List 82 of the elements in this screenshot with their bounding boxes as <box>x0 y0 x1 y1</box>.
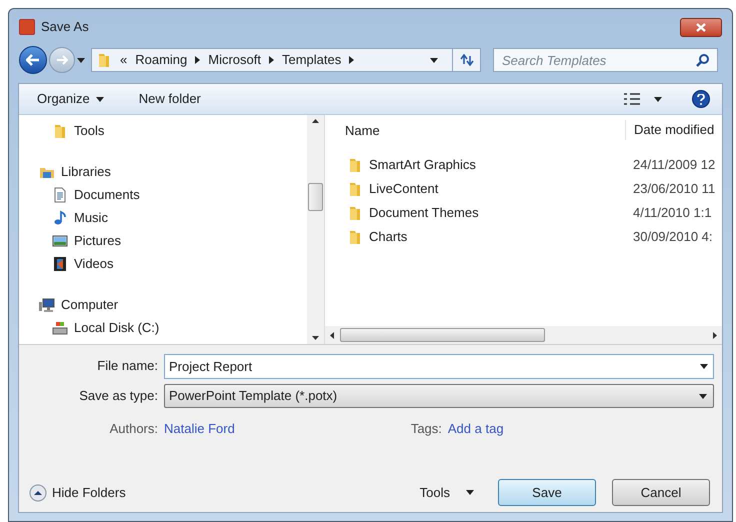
navigation-item[interactable]: Pictures <box>19 229 307 252</box>
window-title: Save As <box>41 18 89 36</box>
tools-menu[interactable]: Tools <box>420 482 474 502</box>
overflow-chevron[interactable]: « <box>120 50 128 70</box>
organize-menu[interactable]: Organize <box>37 89 104 109</box>
close-icon <box>696 22 706 32</box>
breadcrumb[interactable]: Roaming <box>135 50 188 70</box>
date-cell-text: 30/09/2010 4: <box>632 228 713 246</box>
caret-icon <box>466 490 474 495</box>
scroll-right-icon <box>713 332 717 338</box>
breadcrumb-arrow-icon <box>195 56 200 64</box>
breadcrumb-arrow-icon <box>349 56 354 64</box>
navigation-item[interactable]: Computer <box>19 293 307 316</box>
field-label: Save as type: <box>78 387 159 406</box>
scroll-down-icon <box>312 336 319 340</box>
file-type-dropdown[interactable]: PowerPoint Template (*.potx) <box>164 384 714 408</box>
breadcrumb[interactable]: Templates <box>282 50 342 70</box>
dropdown-caret-icon <box>700 364 708 368</box>
refresh-arrows-icon <box>460 54 474 66</box>
column-header[interactable]: Date modified <box>625 120 714 140</box>
back-button[interactable] <box>19 46 47 74</box>
view-options-button[interactable] <box>624 93 662 105</box>
scroll-thumb[interactable] <box>340 328 545 342</box>
file-name-cell[interactable]: Charts <box>369 227 408 247</box>
right-arrow-icon <box>56 55 68 65</box>
music-note-icon <box>52 210 68 226</box>
left-arrow-icon <box>26 54 40 66</box>
computer-icon <box>39 296 55 312</box>
dropdown-caret-icon <box>699 394 707 398</box>
authors-link[interactable]: Natalie Ford <box>164 419 235 439</box>
navigation-item[interactable]: Videos <box>19 252 307 275</box>
list-view-icon <box>624 93 640 105</box>
scroll-thumb[interactable] <box>308 183 323 211</box>
search-field[interactable]: Search Templates <box>493 48 718 72</box>
help-icon <box>697 94 705 104</box>
scroll-left-icon <box>330 332 334 338</box>
file-name-field[interactable]: Project Report <box>164 354 714 378</box>
vertical-scrollbar[interactable] <box>307 115 325 344</box>
breadcrumb[interactable]: Microsoft <box>208 50 261 70</box>
date-cell-text: 4/11/2010 1:1 <box>632 204 712 222</box>
file-name-cell[interactable]: SmartArt Graphics <box>369 155 476 175</box>
breadcrumb-arrow-icon <box>269 56 274 64</box>
folder-icon <box>347 229 363 245</box>
navigation-item[interactable]: Local Disk (C:) <box>19 316 307 339</box>
history-caret-icon <box>77 58 85 62</box>
horizontal-scrollbar[interactable] <box>325 326 722 344</box>
caret-icon <box>96 96 104 102</box>
dropdown-caret-icon <box>430 58 438 62</box>
disk-icon <box>52 320 68 336</box>
cancel-button[interactable]: Cancel <box>612 479 710 506</box>
save-button[interactable]: Save <box>498 479 596 506</box>
field-label: Authors: <box>108 420 159 438</box>
file-name-cell[interactable]: Document Themes <box>369 203 479 223</box>
folder-icon <box>96 52 112 68</box>
folder-icon <box>347 157 363 173</box>
folder-icon <box>347 181 363 197</box>
field-label: Tags: <box>410 420 443 438</box>
app-logo-icon <box>19 19 35 35</box>
document-icon <box>52 186 68 202</box>
folder-icon <box>347 205 363 221</box>
caret-icon <box>654 96 662 102</box>
help-button[interactable] <box>692 90 710 108</box>
collapse-icon <box>29 484 47 502</box>
column-header[interactable]: Name <box>325 119 625 141</box>
hide-folders-button[interactable]: Hide Folders <box>29 482 126 502</box>
landscape-icon <box>52 232 68 248</box>
navigation-item[interactable]: Documents <box>19 183 307 206</box>
navigation-item[interactable]: Music <box>19 206 307 229</box>
folder-icon <box>52 122 68 138</box>
navigation-item[interactable]: Tools <box>19 119 307 142</box>
file-name-cell[interactable]: LiveContent <box>369 179 438 199</box>
date-cell-text: 23/06/2010 11 <box>632 180 716 198</box>
close-button[interactable] <box>680 18 722 36</box>
search-icon <box>696 53 710 67</box>
scroll-up-icon <box>312 119 319 123</box>
new-folder-button[interactable]: New folder <box>138 89 201 109</box>
address-bar[interactable]: « Roaming Microsoft Templates <box>91 48 481 72</box>
film-icon <box>52 256 68 272</box>
date-cell-text: 24/11/2009 12 <box>632 156 716 174</box>
navigation-item[interactable]: Libraries <box>19 160 307 183</box>
field-label: File name: <box>96 357 159 376</box>
add-tag-link[interactable]: Add a tag <box>448 419 504 439</box>
